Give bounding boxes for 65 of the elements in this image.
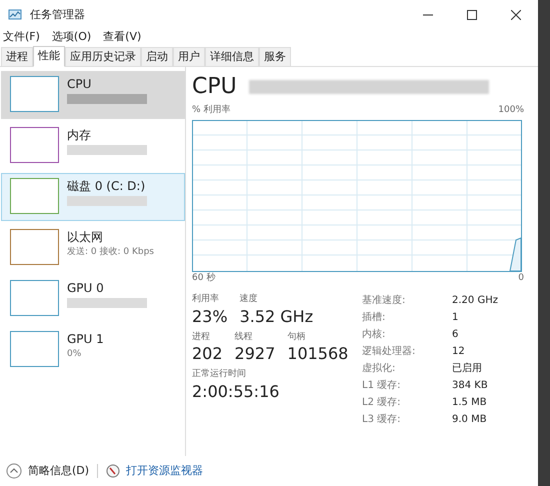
spec-value: 1.5 MB (452, 396, 488, 410)
spec-label: 插槽: (362, 310, 386, 325)
stat-label: 利用率 (192, 293, 220, 306)
stat-value: 3.52 GHz (240, 306, 314, 326)
close-icon (511, 10, 521, 20)
maximize-icon (467, 10, 477, 20)
menu-item[interactable]: 文件(F) (3, 29, 40, 46)
tab[interactable]: 启动 (141, 47, 173, 66)
item-detail: 0% (67, 348, 82, 361)
spec-value: 6 (452, 328, 460, 342)
spec-label: 基准速度: (362, 294, 406, 308)
stat-label: 线程 (234, 330, 254, 344)
spec-label: 虚拟化: (362, 362, 396, 376)
sidebar-item[interactable]: CPU (1, 71, 185, 119)
sidebar-item[interactable]: 内存 (1, 122, 185, 170)
stat-value: 2:00:55:16 (192, 382, 280, 402)
item-name: 磁盘 0 (C: D:) (67, 178, 146, 194)
tab[interactable]: 用户 (173, 47, 205, 66)
app-icon (8, 8, 22, 22)
axis-label: 0 (518, 272, 524, 284)
tab[interactable]: 应用历史记录 (65, 47, 141, 66)
item-detail: 发送: 0 接收: 0 Kbps (67, 246, 154, 259)
tab[interactable]: 服务 (259, 47, 291, 66)
stat-label: 进程 (192, 330, 211, 344)
spec-label: L3 缓存: (362, 412, 402, 427)
stat-value: 2927 (234, 344, 276, 364)
spec-value: 2.20 GHz (452, 294, 498, 308)
spec-value: 384 KB (452, 379, 489, 393)
sidebar-item[interactable]: GPU 1 0% (1, 326, 185, 374)
stat-label: 速度 (240, 293, 259, 306)
spec-value: 12 (452, 345, 466, 359)
stat-value: 101568 (287, 344, 348, 364)
spec-label: L1 缓存: (362, 378, 402, 393)
menu-item[interactable]: 查看(V) (103, 29, 142, 46)
menu-item[interactable]: 选项(O) (52, 29, 92, 46)
item-name: GPU 1 (67, 331, 104, 347)
item-name: GPU 0 (67, 280, 105, 296)
stat-label: 句柄 (287, 330, 306, 344)
sidebar-item[interactable]: 磁盘 0 (C: D:) (1, 173, 185, 221)
spec-value: 已启用 (452, 362, 483, 376)
spec-label: 内核: (362, 328, 386, 342)
item-name: 以太网 (67, 229, 104, 245)
summary-link[interactable]: 简略信息(D) (28, 462, 90, 480)
axis-label: 60 秒 (192, 272, 216, 284)
spec-label: 逻辑处理器: (362, 344, 416, 359)
window-title: 任务管理器 (30, 6, 85, 23)
resource-monitor-link[interactable]: 打开资源监视器 (126, 462, 204, 480)
tab[interactable]: 详细信息 (205, 47, 259, 66)
stat-value: 23% (192, 306, 228, 326)
item-name: 内存 (67, 127, 92, 143)
spec-value: 9.0 MB (452, 413, 488, 427)
tab[interactable]: 进程 (1, 47, 33, 66)
axis-label: 100% (498, 104, 524, 117)
cpu-title: CPU (192, 73, 237, 101)
gauge-icon (106, 464, 120, 478)
sidebar-item[interactable]: 以太网 发送: 0 接收: 0 Kbps (1, 224, 185, 272)
spec-value: 1 (452, 311, 460, 325)
item-name: CPU (67, 76, 92, 92)
sidebar-item[interactable]: GPU 0 (1, 275, 185, 323)
spec-label: L2 缓存: (362, 396, 402, 410)
tab[interactable]: 性能 (33, 46, 65, 67)
stat-value: 202 (192, 344, 223, 364)
stat-label: 正常运行时间 (192, 368, 247, 381)
collapse-icon[interactable] (6, 463, 22, 479)
axis-label: % 利用率 (192, 104, 230, 117)
